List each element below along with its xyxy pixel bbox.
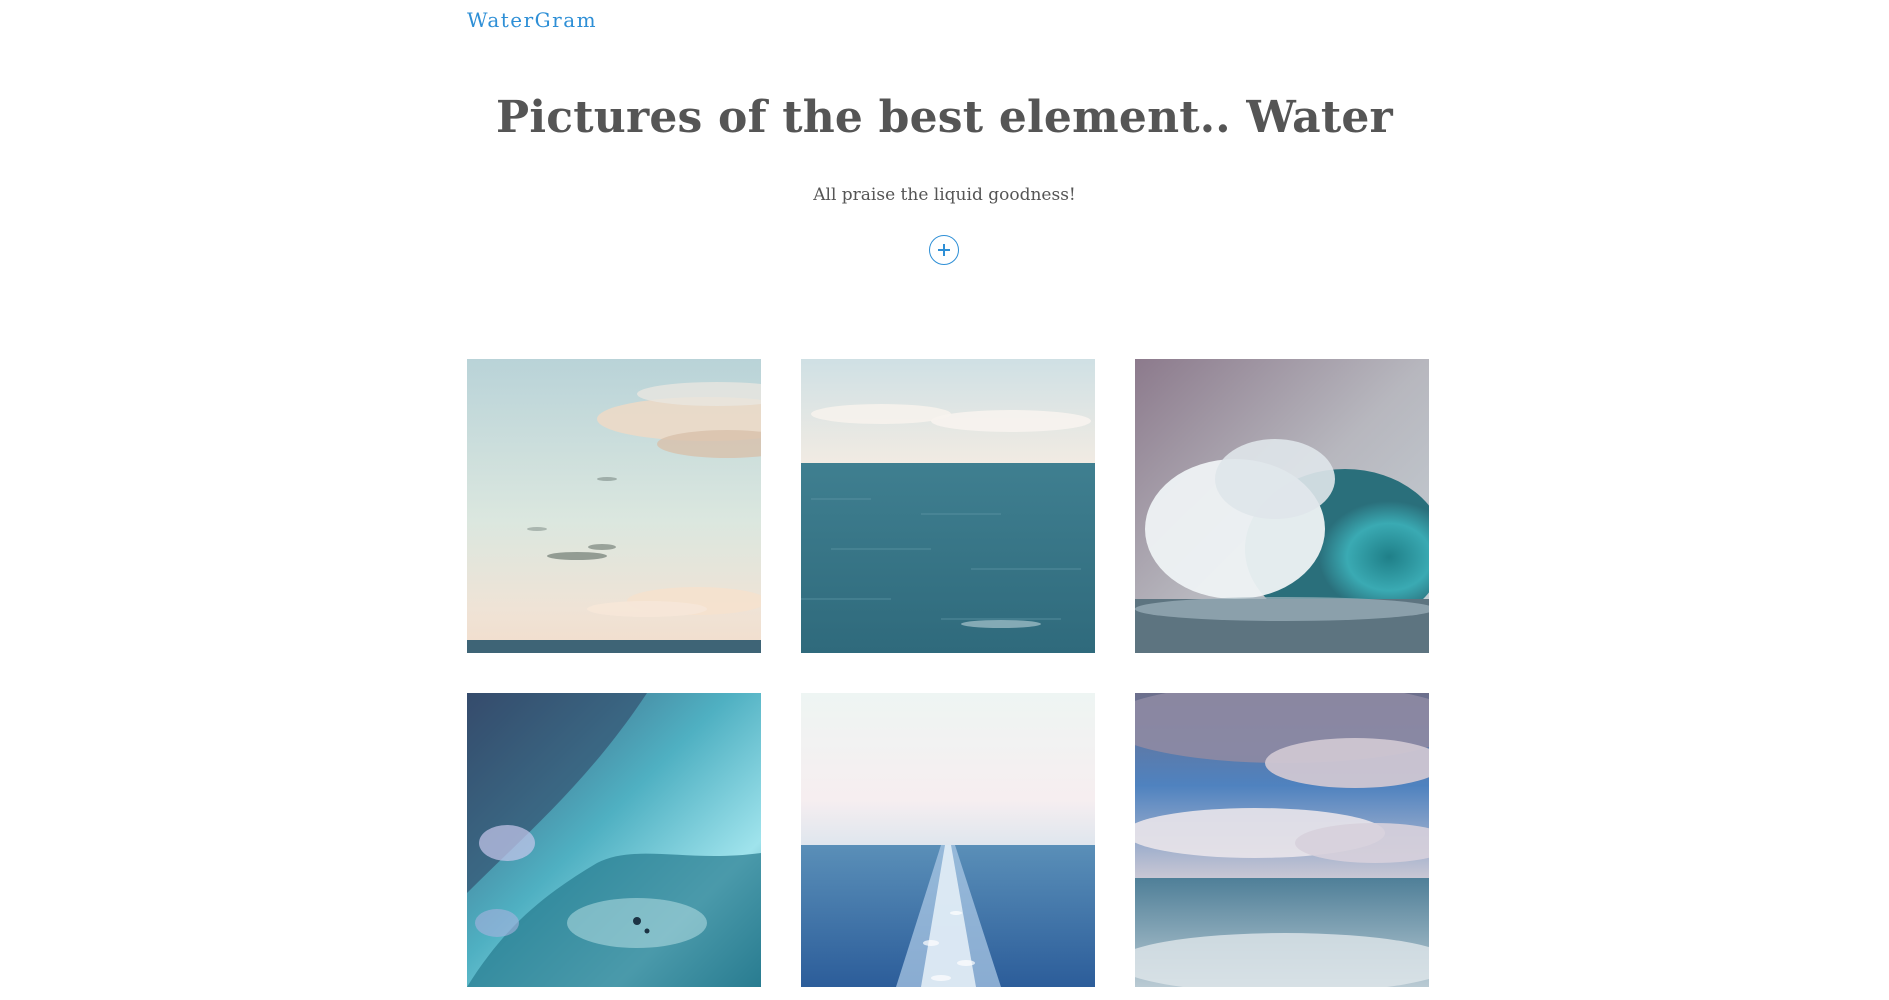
curling-wave-photo — [1135, 359, 1429, 653]
plus-icon — [938, 244, 950, 256]
underwater-wave-photo — [467, 693, 761, 987]
brand-logo-link[interactable]: WaterGram — [467, 8, 597, 32]
gallery-photo-wake[interactable] — [801, 693, 1095, 987]
open-sea-photo — [801, 359, 1095, 653]
gallery-photo-underwater[interactable] — [467, 693, 761, 987]
gallery-photo-open-sea[interactable] — [801, 359, 1095, 653]
photo-gallery — [467, 359, 1429, 987]
page-title: Pictures of the best element.. Water — [496, 92, 1393, 143]
gallery-photo-sky[interactable] — [467, 359, 761, 653]
sky-over-horizon-photo — [467, 359, 761, 653]
gallery-photo-cloudy-sea[interactable] — [1135, 693, 1429, 987]
page-subtitle: All praise the liquid goodness! — [813, 185, 1076, 205]
page: WaterGram Pictures of the best element..… — [0, 0, 1889, 1000]
cloudy-sea-photo — [1135, 693, 1429, 987]
gallery-photo-wave[interactable] — [1135, 359, 1429, 653]
boat-wake-photo — [801, 693, 1095, 987]
add-photo-button[interactable] — [929, 235, 959, 265]
